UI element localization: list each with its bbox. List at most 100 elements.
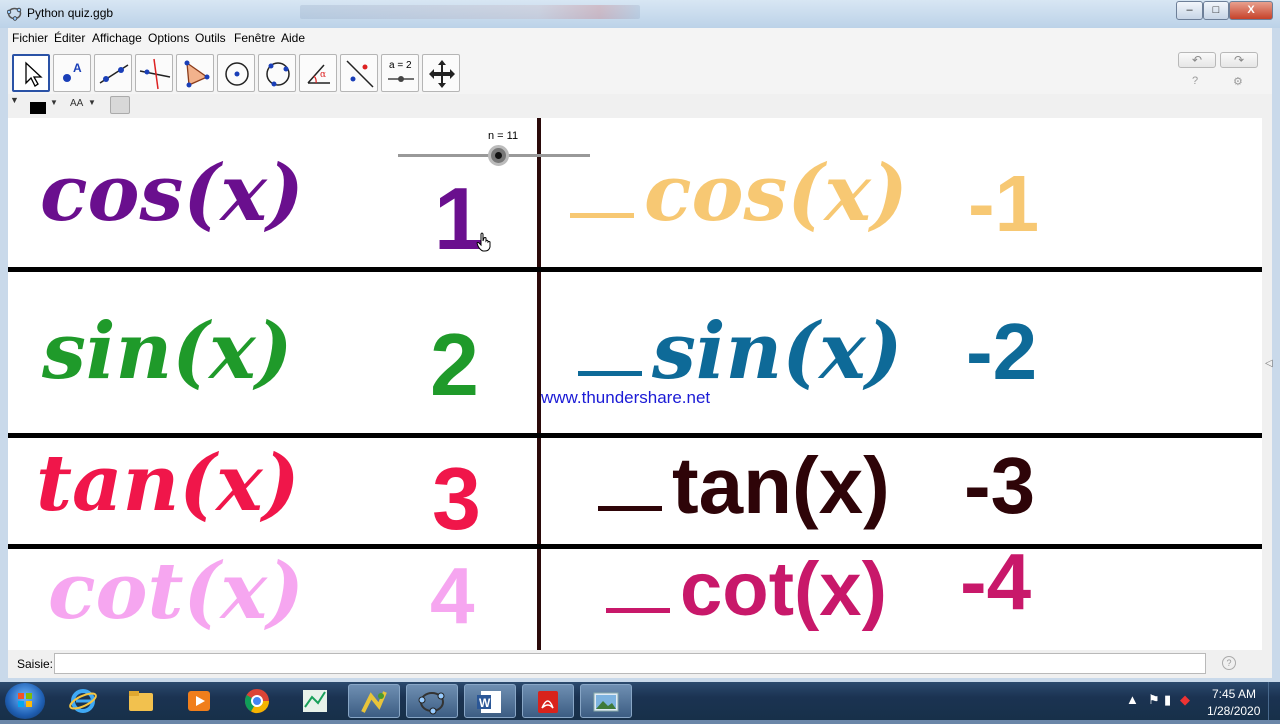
menu-fichier[interactable]: Fichier <box>12 31 48 45</box>
show-desktop-button[interactable] <box>1268 682 1280 720</box>
function-neg-sin: sin(x) <box>652 306 903 397</box>
input-help-icon[interactable]: ? <box>1222 656 1236 670</box>
minus-sign <box>598 506 662 512</box>
style-bar: ▼ ▼ AA ▼ <box>8 94 1272 118</box>
circle-three-points-tool-button[interactable] <box>258 54 296 92</box>
python-idle-taskbar-button[interactable] <box>348 684 400 718</box>
reflect-tool-button[interactable] <box>340 54 378 92</box>
redo-button[interactable]: ↷ <box>1220 52 1258 68</box>
minimize-button[interactable]: – <box>1176 1 1203 20</box>
perpendicular-line-tool-button[interactable] <box>135 54 173 92</box>
menu-options[interactable]: Options <box>148 31 189 45</box>
chrome-taskbar-button[interactable] <box>232 684 284 718</box>
move-tool-button[interactable] <box>12 54 50 92</box>
hand-cursor-icon <box>476 232 491 252</box>
app-client-area: Fichier Éditer Affichage Options Outils … <box>8 28 1273 678</box>
point-tool-button[interactable]: A <box>53 54 91 92</box>
antivirus-icon[interactable]: ◆ <box>1180 692 1190 708</box>
action-center-flag-icon[interactable]: ⚑ <box>1148 692 1160 708</box>
horizontal-divider-line <box>8 267 1262 272</box>
geogebra-window: Python quiz.ggb – □ X Fichier Éditer Aff… <box>0 0 1280 682</box>
folder-icon <box>129 691 153 711</box>
polygon-tool-button[interactable] <box>176 54 214 92</box>
close-button[interactable]: X <box>1229 1 1273 20</box>
svg-text:A: A <box>73 61 82 75</box>
command-input[interactable] <box>54 653 1206 674</box>
negative-cot-expression: cot(x) <box>606 546 887 633</box>
move-graphics-view-tool-button[interactable] <box>422 54 460 92</box>
svg-text:α: α <box>320 70 326 80</box>
polygon-icon <box>184 60 210 88</box>
function-neg-cos: cos(x) <box>644 148 908 239</box>
move-arrows-icon <box>429 60 455 88</box>
file-explorer-taskbar-button[interactable] <box>116 684 168 718</box>
media-player-icon <box>188 691 210 711</box>
line-tool-button[interactable] <box>94 54 132 92</box>
show-hidden-icons-icon[interactable]: ▲ <box>1126 692 1139 707</box>
slider-knob[interactable] <box>488 145 509 166</box>
internet-explorer-icon <box>69 689 97 713</box>
point-icon: A <box>63 61 82 82</box>
gear-icon[interactable]: ⚙ <box>1233 75 1243 88</box>
media-player-taskbar-button[interactable] <box>174 684 226 718</box>
answer-number-neg3: -3 <box>964 441 1036 530</box>
answer-number-4: 4 <box>430 551 475 640</box>
collapse-panel-icon[interactable]: ◁ <box>1265 358 1273 369</box>
clock-date[interactable]: 1/28/2020 <box>1207 704 1260 718</box>
windows-logo-icon <box>18 693 32 707</box>
start-button[interactable] <box>5 683 45 719</box>
menu-outils[interactable]: Outils <box>195 31 226 45</box>
python-idle-icon <box>361 691 387 713</box>
menu-affichage[interactable]: Affichage <box>92 31 142 45</box>
title-bar[interactable]: Python quiz.ggb – □ X <box>0 0 1280 28</box>
help-icon[interactable]: ? <box>1192 75 1198 87</box>
answer-number-neg2: -2 <box>966 307 1038 396</box>
maximize-button[interactable]: □ <box>1203 1 1229 20</box>
function-cos: cos(x) <box>40 148 304 239</box>
word-icon: W <box>477 691 501 713</box>
graphics-view[interactable]: n = 11 cos(x) 1 cos(x) -1 sin(x) 2 sin(x… <box>8 118 1262 650</box>
label-style-dropdown-icon[interactable]: ▼ <box>88 98 96 107</box>
geogebra-calc-taskbar-button[interactable] <box>290 684 342 718</box>
geogebra-taskbar-button[interactable] <box>406 684 458 718</box>
label-style-button[interactable]: AA <box>70 98 83 109</box>
acrobat-icon <box>538 691 558 713</box>
function-tan: tan(x) <box>36 438 300 529</box>
color-dropdown-icon[interactable]: ▼ <box>50 98 58 107</box>
tool-bar: A α a = 2 ↶ ↷ ? ⚙ <box>8 48 1272 94</box>
undo-button[interactable]: ↶ <box>1178 52 1216 68</box>
menu-fenetre[interactable]: Fenêtre <box>234 31 275 45</box>
circle-three-points-icon <box>266 62 290 87</box>
menu-editer[interactable]: Éditer <box>54 31 85 45</box>
cursor-arrow-icon <box>25 61 43 87</box>
clock-time[interactable]: 7:45 AM <box>1212 687 1256 701</box>
menu-aide[interactable]: Aide <box>281 31 305 45</box>
photo-viewer-icon <box>593 692 619 712</box>
circle-center-point-tool-button[interactable] <box>217 54 255 92</box>
internet-explorer-taskbar-button[interactable] <box>58 684 110 718</box>
geogebra-icon <box>418 692 445 715</box>
angle-icon: α <box>307 64 330 84</box>
background-window-ghost <box>300 5 640 19</box>
power-icon[interactable]: ▮ <box>1164 692 1171 708</box>
photo-viewer-taskbar-button[interactable] <box>580 684 632 718</box>
color-picker-button[interactable] <box>30 102 46 114</box>
acrobat-taskbar-button[interactable] <box>522 684 574 718</box>
stylebar-toggle-icon[interactable]: ▼ <box>10 95 19 105</box>
slider-tool-button[interactable]: a = 2 <box>381 54 419 92</box>
word-taskbar-button[interactable]: W <box>464 684 516 718</box>
chrome-icon <box>244 689 269 714</box>
windows-taskbar: W ▲ ⚑ ▮ ◆ 7:45 AM 1/28/2020 <box>0 682 1280 720</box>
minus-sign <box>606 608 670 614</box>
circle-center-icon <box>225 62 249 86</box>
pin-icon[interactable] <box>110 96 130 114</box>
function-cot: cot(x) <box>48 546 304 637</box>
angle-tool-button[interactable]: α <box>299 54 337 92</box>
answer-number-3: 3 <box>432 449 481 548</box>
function-neg-tan: tan(x) <box>672 441 890 530</box>
calculator-graph-icon <box>303 690 327 712</box>
answer-number-1: 1 <box>434 169 483 268</box>
slider-label: n = 11 <box>488 130 519 142</box>
input-bar: Saisie: ? <box>8 650 1272 678</box>
reflect-line-icon <box>346 60 374 88</box>
